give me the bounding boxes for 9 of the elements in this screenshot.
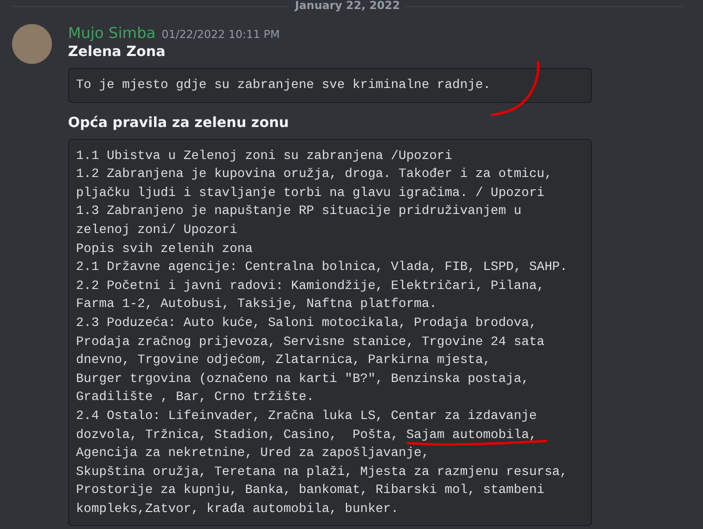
rules-code-block: 1.1 Ubistva u Zelenoj zoni su zabranjena /Upozori 1.2 Zabranjena je kupovina oružja, droga. Također i za otmicu, pljačku ljudi i stavljanje torbi na glavu igračima. / Upozori 1.3 Zabranjeno je napuštanje RP situacije pridruživanjem u zelenoj zoni/ Upozori Popis svih zelenih zona 2.1 Državne agencije: Centralna bolnica, Vlada, FIB, LSPD, SAHP. 2.2 Početni i javni radovi: Kamiondžije, Električari, Pilana, Farma 1-2, Autobusi, Taksije, Naftna platforma. 2.3 Poduzeća: Auto kuće, Saloni motocikala, Prodaja brodova, Prodaja zračnog prijevoza, Servisne stanice, Trgovine 24 sata dnevno, Trgovine odjećom, Zlatarnica, Parkirna mjesta, Burger trgovina (označeno na karti "B?", Benzinska postaja, Gradilište , Bar, Crno tržište. 2.4 Ostalo: Lifeinvader, Zračna luka LS, Centar za izdavanje dozvola, Tržnica, Stadion, Casino, Pošta, Sajam automobila, Agencija za nekretnine, Ured za zapošljavanje, Skupština oružja, Teretana na plaži, Mjesta za razmjenu resursa, Prostorije za kupnju, Banka, bankomat, Ribarski mol, stambeni kompleks,Zatvor, krađa automobila, bunker. xyxy=(68,138,592,526)
code-block: To je mjesto gdje su zabranjene sve kriminalne radnje. xyxy=(68,68,592,103)
date-divider: January 22, 2022 xyxy=(295,0,400,12)
message-title: Zelena Zona xyxy=(68,44,166,60)
author-name[interactable]: Mujo Simba xyxy=(68,24,156,42)
avatar[interactable] xyxy=(12,24,52,64)
timestamp: 01/22/2022 10:11 PM xyxy=(162,28,280,41)
marker-scribble xyxy=(490,60,540,116)
section-heading: Opća pravila za zelenu zonu xyxy=(68,114,290,131)
